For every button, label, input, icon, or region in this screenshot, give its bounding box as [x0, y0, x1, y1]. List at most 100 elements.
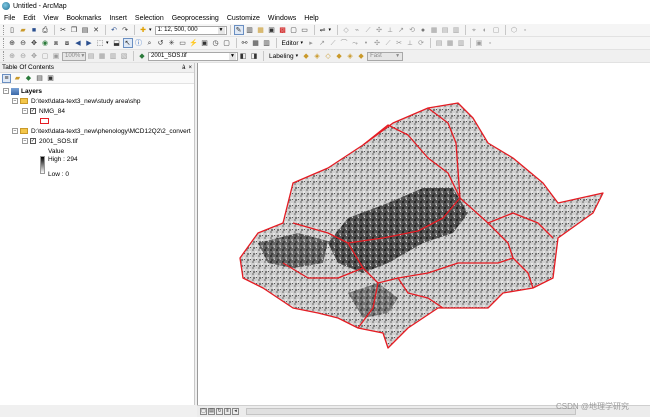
- menu-customize[interactable]: Customize: [227, 15, 260, 22]
- toc-options-icon[interactable]: ▣: [46, 74, 55, 83]
- trace-icon[interactable]: ⤳: [350, 38, 360, 48]
- next-extent-icon[interactable]: ▶: [84, 38, 94, 48]
- layout-view-icon[interactable]: ▤: [208, 408, 215, 415]
- previous-extent-icon[interactable]: ◀: [73, 38, 83, 48]
- swipe-icon[interactable]: ◧: [238, 51, 248, 61]
- identify-icon[interactable]: ⓘ: [134, 38, 144, 48]
- toolbar-gripper[interactable]: [3, 38, 5, 48]
- chevron-down-icon[interactable]: ▼: [217, 26, 225, 34]
- cut-polygons-icon[interactable]: ✂: [394, 38, 404, 48]
- focus-data-frame-icon[interactable]: ▦: [97, 51, 107, 61]
- horizontal-scrollbar[interactable]: [246, 408, 576, 415]
- copy-icon[interactable]: ❐: [69, 25, 79, 35]
- add-data-dropdown-icon[interactable]: ▾: [149, 27, 152, 33]
- list-by-source-icon[interactable]: ▰: [13, 74, 22, 83]
- map-data-view[interactable]: [197, 63, 650, 405]
- redo-icon[interactable]: ↷: [120, 25, 130, 35]
- rotate-icon[interactable]: ⟳: [416, 38, 426, 48]
- split-tool-icon[interactable]: ⟂: [385, 25, 395, 35]
- layers-root-row[interactable]: − Layers: [0, 86, 194, 96]
- raster-tool-icon[interactable]: ▣: [474, 38, 484, 48]
- layout-tool-icon[interactable]: ▤: [440, 25, 450, 35]
- create-viewer-icon[interactable]: ▢: [222, 38, 232, 48]
- collapse-icon[interactable]: −: [12, 128, 18, 134]
- sketch-properties-icon[interactable]: ▦: [445, 38, 455, 48]
- collapse-icon[interactable]: −: [22, 108, 28, 114]
- create-features-icon[interactable]: ▥: [456, 38, 466, 48]
- layout-pan-icon[interactable]: ✥: [29, 51, 39, 61]
- scroll-left-icon[interactable]: ◂: [232, 408, 239, 415]
- label-weight-icon[interactable]: ◈: [312, 51, 322, 61]
- find-icon[interactable]: ⌕: [145, 38, 155, 48]
- clear-selection-icon[interactable]: ⬓: [112, 38, 122, 48]
- time-slider-icon[interactable]: ◷: [211, 38, 221, 48]
- delete-icon[interactable]: ✕: [91, 25, 101, 35]
- overflow-icon[interactable]: ▫: [485, 38, 495, 48]
- zoom-in-icon[interactable]: ⊕: [7, 38, 17, 48]
- globe-tool-icon[interactable]: ●: [418, 25, 428, 35]
- editor-toolbar-icon[interactable]: ✎: [233, 25, 244, 35]
- menu-insert[interactable]: Insert: [109, 15, 127, 22]
- map-canvas[interactable]: [198, 63, 650, 405]
- trace-tool-icon[interactable]: ⌁: [352, 25, 362, 35]
- label-priority-icon[interactable]: ◇: [323, 51, 333, 61]
- vertex-tool-icon[interactable]: ✣: [374, 25, 384, 35]
- route-icon[interactable]: ↺: [156, 38, 166, 48]
- toolbar-gripper[interactable]: [3, 25, 5, 35]
- source-folder-row[interactable]: − D:\text\data-text3_new\phenology\MCD12…: [0, 126, 194, 136]
- pause-labeling-icon[interactable]: ◈: [345, 51, 355, 61]
- snap-tool-icon[interactable]: ◇: [341, 25, 351, 35]
- grid-tool-icon[interactable]: ▦: [429, 25, 439, 35]
- lock-labels-icon[interactable]: ◆: [334, 51, 344, 61]
- cursor-tool-icon[interactable]: ⌖: [469, 25, 479, 35]
- list-by-drawing-order-icon[interactable]: ≡: [2, 73, 11, 83]
- georef-tool-icon[interactable]: ⇌: [318, 25, 328, 35]
- sketch-tool-icon[interactable]: ▥: [451, 25, 461, 35]
- layout-zoom-in-icon[interactable]: ⊕: [7, 51, 17, 61]
- layer-symbol-row[interactable]: [0, 116, 194, 126]
- editor-menu-button[interactable]: Editor: [282, 40, 299, 47]
- select-features-icon[interactable]: ⬚: [95, 38, 105, 48]
- toggle-draft-icon[interactable]: ▤: [86, 51, 96, 61]
- layer-row[interactable]: − ✓ 2001_SOS.tif: [0, 136, 194, 146]
- menu-help[interactable]: Help: [304, 15, 318, 22]
- chevron-down-icon[interactable]: ▾: [296, 53, 299, 59]
- data-view-icon[interactable]: ▢: [200, 408, 207, 415]
- chevron-down-icon[interactable]: ▼: [394, 52, 402, 60]
- pan-icon[interactable]: ✥: [29, 38, 39, 48]
- graph-icon[interactable]: ▥: [262, 38, 272, 48]
- menu-selection[interactable]: Selection: [135, 15, 164, 22]
- data-driven-pages-icon[interactable]: ▧: [119, 51, 129, 61]
- menu-view[interactable]: View: [43, 15, 58, 22]
- list-by-selection-icon[interactable]: ▤: [35, 74, 44, 83]
- menu-file[interactable]: File: [4, 15, 15, 22]
- layer-visibility-checkbox[interactable]: ✓: [30, 108, 36, 114]
- map-scale-combo[interactable]: 1: 12, 500, 000 ▼: [154, 25, 227, 35]
- paste-icon[interactable]: ▤: [80, 25, 90, 35]
- overflow-icon[interactable]: ▫: [520, 25, 530, 35]
- edit-tool-icon[interactable]: ▸: [306, 38, 316, 48]
- new-document-icon[interactable]: ▯: [7, 25, 17, 35]
- collapse-icon[interactable]: −: [12, 98, 18, 104]
- menu-geoprocessing[interactable]: Geoprocessing: [172, 15, 219, 22]
- pin-icon[interactable]: à: [182, 65, 185, 71]
- layer-visibility-checkbox[interactable]: ✓: [30, 138, 36, 144]
- edit-annotation-icon[interactable]: ↗: [317, 38, 327, 48]
- html-popup-icon[interactable]: ▣: [200, 38, 210, 48]
- model-builder-icon[interactable]: ▭: [300, 25, 310, 35]
- pause-drawing-icon[interactable]: Ⅱ: [224, 408, 231, 415]
- stretched-color-ramp[interactable]: [40, 156, 45, 174]
- chevron-down-icon[interactable]: ▼: [229, 52, 236, 60]
- print-icon[interactable]: ⎙: [40, 25, 50, 35]
- edge-tool-icon[interactable]: ⟋: [363, 25, 373, 35]
- search-window-icon[interactable]: ▣: [267, 25, 277, 35]
- go-to-xy-icon[interactable]: ✳: [167, 38, 177, 48]
- menu-edit[interactable]: Edit: [23, 15, 35, 22]
- toolbar-gripper[interactable]: [3, 51, 5, 61]
- refresh-icon[interactable]: ↻: [216, 408, 223, 415]
- change-layout-icon[interactable]: ▥: [108, 51, 118, 61]
- binoculars-icon[interactable]: ⚯: [240, 38, 250, 48]
- layout-zoom-combo[interactable]: 100% ▼: [62, 51, 86, 61]
- catalog-icon[interactable]: ▦: [256, 25, 266, 35]
- zoom-whole-page-icon[interactable]: ▢: [40, 51, 50, 61]
